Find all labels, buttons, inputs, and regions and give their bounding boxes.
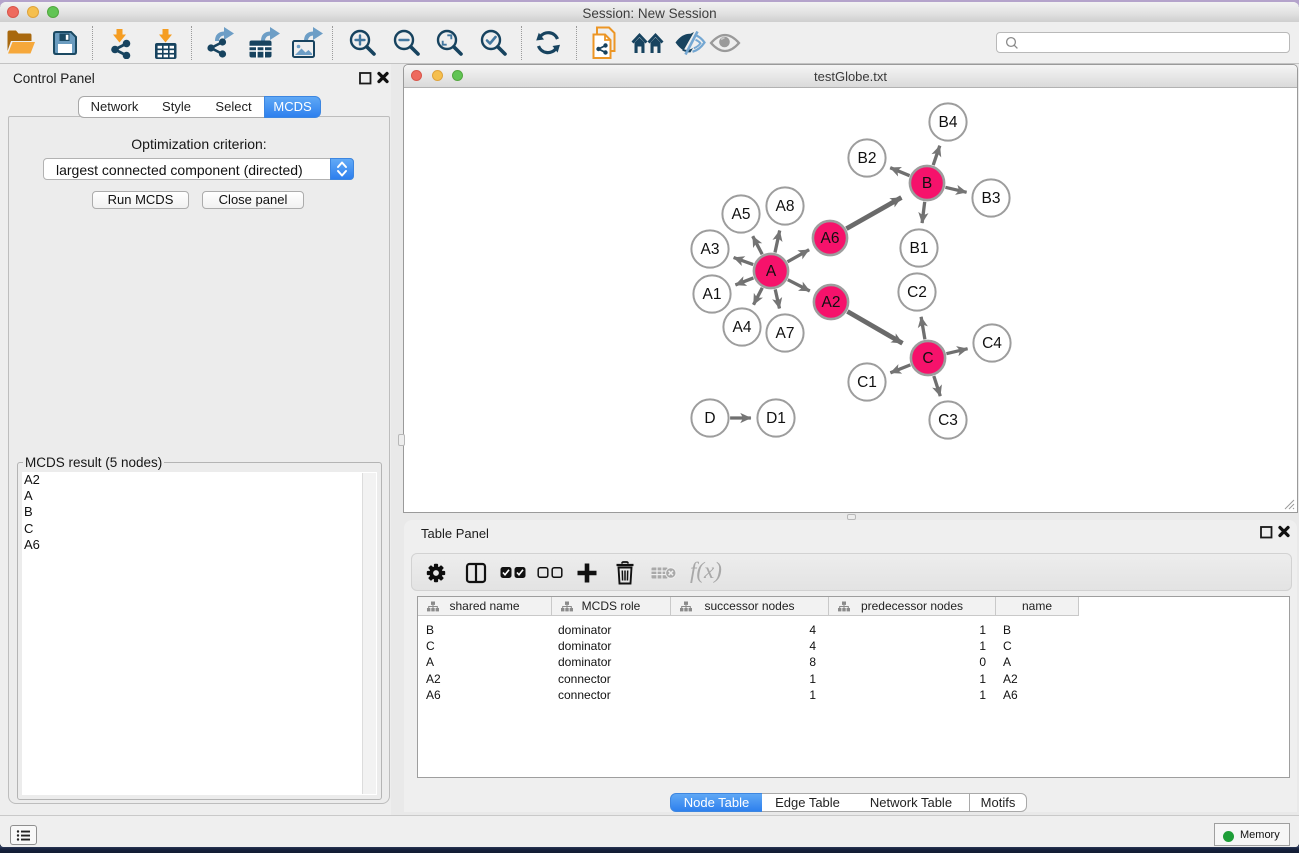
svg-text:B2: B2 [858, 150, 877, 167]
svg-text:A7: A7 [776, 325, 795, 342]
svg-text:A8: A8 [776, 198, 795, 215]
svg-text:A1: A1 [703, 286, 722, 303]
svg-text:B3: B3 [982, 190, 1001, 207]
svg-text:A6: A6 [821, 230, 840, 247]
svg-text:C2: C2 [907, 284, 927, 301]
svg-text:B4: B4 [939, 114, 958, 131]
svg-text:C4: C4 [982, 335, 1002, 352]
svg-text:A5: A5 [732, 206, 751, 223]
svg-text:A: A [766, 263, 777, 280]
svg-text:D: D [704, 410, 715, 427]
svg-text:B: B [922, 175, 932, 192]
svg-text:A2: A2 [822, 294, 841, 311]
svg-text:C3: C3 [938, 412, 958, 429]
svg-text:D1: D1 [766, 410, 786, 427]
svg-text:A4: A4 [733, 319, 752, 336]
svg-text:B1: B1 [910, 240, 929, 257]
svg-text:C: C [922, 350, 933, 367]
svg-text:A3: A3 [701, 241, 720, 258]
svg-text:C1: C1 [857, 374, 877, 391]
